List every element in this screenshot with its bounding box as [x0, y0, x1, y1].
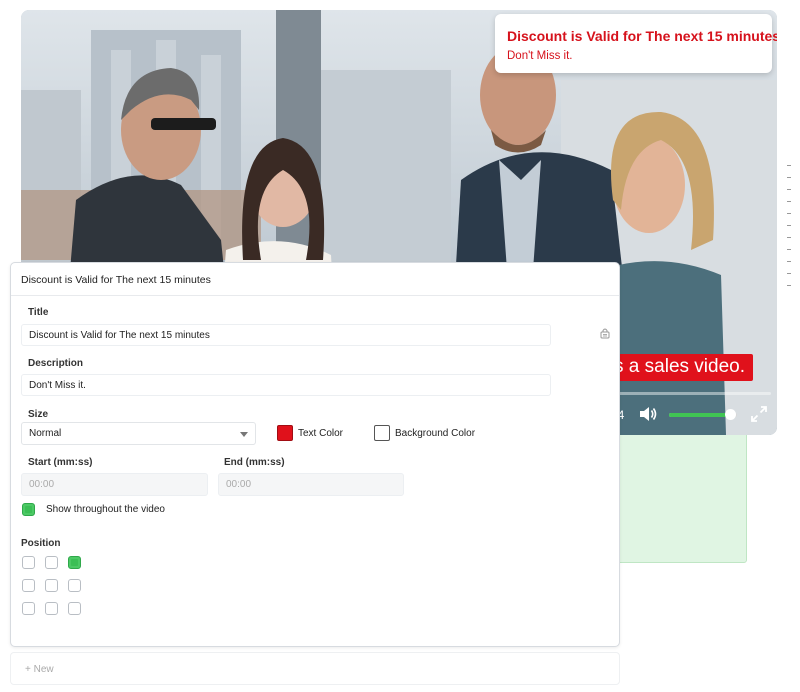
overlay-settings-card: Discount is Valid for The next 15 minute… [10, 262, 620, 647]
position-bottom-right[interactable] [68, 602, 81, 615]
lock-icon[interactable] [599, 327, 611, 339]
background-color-label: Background Color [395, 428, 476, 439]
position-middle-right[interactable] [68, 579, 81, 592]
overlay-description: Don't Miss it. [507, 50, 573, 62]
card-header-title[interactable]: Discount is Valid for The next 15 minute… [11, 263, 619, 296]
text-color-swatch[interactable] [277, 425, 293, 441]
description-input[interactable]: Don't Miss it. [21, 374, 551, 396]
size-select[interactable]: Normal [21, 422, 256, 445]
discount-overlay-preview: Discount is Valid for The next 15 minute… [495, 14, 777, 73]
position-middle-center[interactable] [45, 579, 58, 592]
position-label: Position [21, 538, 61, 549]
volume-slider-handle[interactable] [725, 409, 737, 420]
preview-background-panel [600, 425, 747, 563]
position-top-left[interactable] [22, 556, 35, 569]
overlay-title: Discount is Valid for The next 15 minute… [507, 28, 777, 44]
editor-page: Discount is Valid for The next 15 minute… [0, 0, 800, 692]
volume-slider[interactable] [669, 409, 737, 420]
position-bottom-center[interactable] [45, 602, 58, 615]
title-input[interactable]: Discount is Valid for The next 15 minute… [21, 324, 551, 346]
volume-level-fill [669, 413, 731, 417]
position-bottom-left[interactable] [22, 602, 35, 615]
size-select-value: Normal [29, 428, 62, 439]
text-color-label: Text Color [298, 428, 344, 439]
title-label: Title [28, 307, 49, 318]
show-throughout-label: Show throughout the video [46, 504, 165, 515]
background-color-swatch[interactable] [374, 425, 390, 441]
description-label: Description [28, 358, 84, 369]
position-top-center[interactable] [45, 556, 58, 569]
volume-icon[interactable] [639, 406, 657, 422]
size-label: Size [28, 409, 49, 420]
video-progress-bar[interactable] [611, 392, 771, 395]
show-throughout-checkbox[interactable] [22, 503, 35, 516]
start-time-input[interactable]: 00:00 [21, 473, 208, 496]
edge-divider-marks [787, 165, 793, 305]
start-label: Start (mm:ss) [28, 457, 93, 468]
end-time-input[interactable]: 00:00 [218, 473, 404, 496]
new-overlay-button[interactable]: + New [10, 652, 620, 685]
position-middle-left[interactable] [22, 579, 35, 592]
end-label: End (mm:ss) [224, 457, 285, 468]
fullscreen-icon[interactable] [751, 406, 767, 422]
position-top-right[interactable] [68, 556, 81, 569]
chevron-down-icon [240, 432, 248, 437]
video-controls: 04 [611, 404, 777, 426]
video-caption: s a sales video. [606, 354, 753, 381]
